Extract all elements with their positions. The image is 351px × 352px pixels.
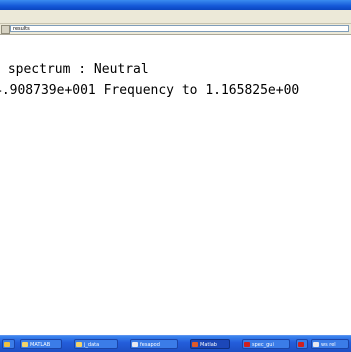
acrobat-icon — [244, 342, 250, 347]
folder-icon — [76, 342, 82, 347]
taskbar-item-label: spec_gui — [252, 342, 274, 348]
acrobat-icon — [298, 342, 304, 347]
taskbar-item-label: fesapod — [140, 342, 160, 348]
taskbar-item-j-data[interactable]: j_data — [74, 339, 118, 349]
taskbar-item-fesapod[interactable]: fesapod — [130, 339, 178, 349]
toolbar — [0, 10, 351, 24]
document-icon — [132, 342, 138, 347]
taskbar-item-matlab[interactable]: Matlab — [190, 339, 230, 349]
taskbar-item-acrobat[interactable] — [296, 339, 308, 349]
address-dropdown-button[interactable] — [1, 25, 10, 34]
address-input[interactable]: results — [10, 25, 349, 32]
address-bar: results — [0, 24, 351, 35]
taskbar-item-0[interactable] — [2, 339, 15, 349]
output-area: spectrum : Neutral 4.908739e+001 Frequen… — [0, 35, 351, 335]
folder-icon — [22, 342, 28, 347]
taskbar-item-label: j_data — [84, 342, 100, 348]
document-icon — [313, 342, 319, 347]
taskbar: MATLAB j_data fesapod Matlab spec_gui ws… — [0, 335, 351, 352]
spectrum-label-line: spectrum : Neutral — [0, 62, 149, 77]
taskbar-item-spec-gui[interactable]: spec_gui — [242, 339, 290, 349]
taskbar-item-label: ws rel — [321, 342, 336, 348]
taskbar-item-ws-rel[interactable]: ws rel — [311, 339, 349, 349]
taskbar-item-label: Matlab — [200, 342, 217, 348]
frequency-range-line: 4.908739e+001 Frequency to 1.165825e+00 — [0, 83, 300, 98]
taskbar-item-matlab-folder[interactable]: MATLAB — [20, 339, 62, 349]
taskbar-item-label: MATLAB — [30, 342, 51, 348]
app-icon — [4, 342, 10, 347]
matlab-icon — [192, 342, 198, 347]
window-title-bar — [0, 0, 351, 10]
